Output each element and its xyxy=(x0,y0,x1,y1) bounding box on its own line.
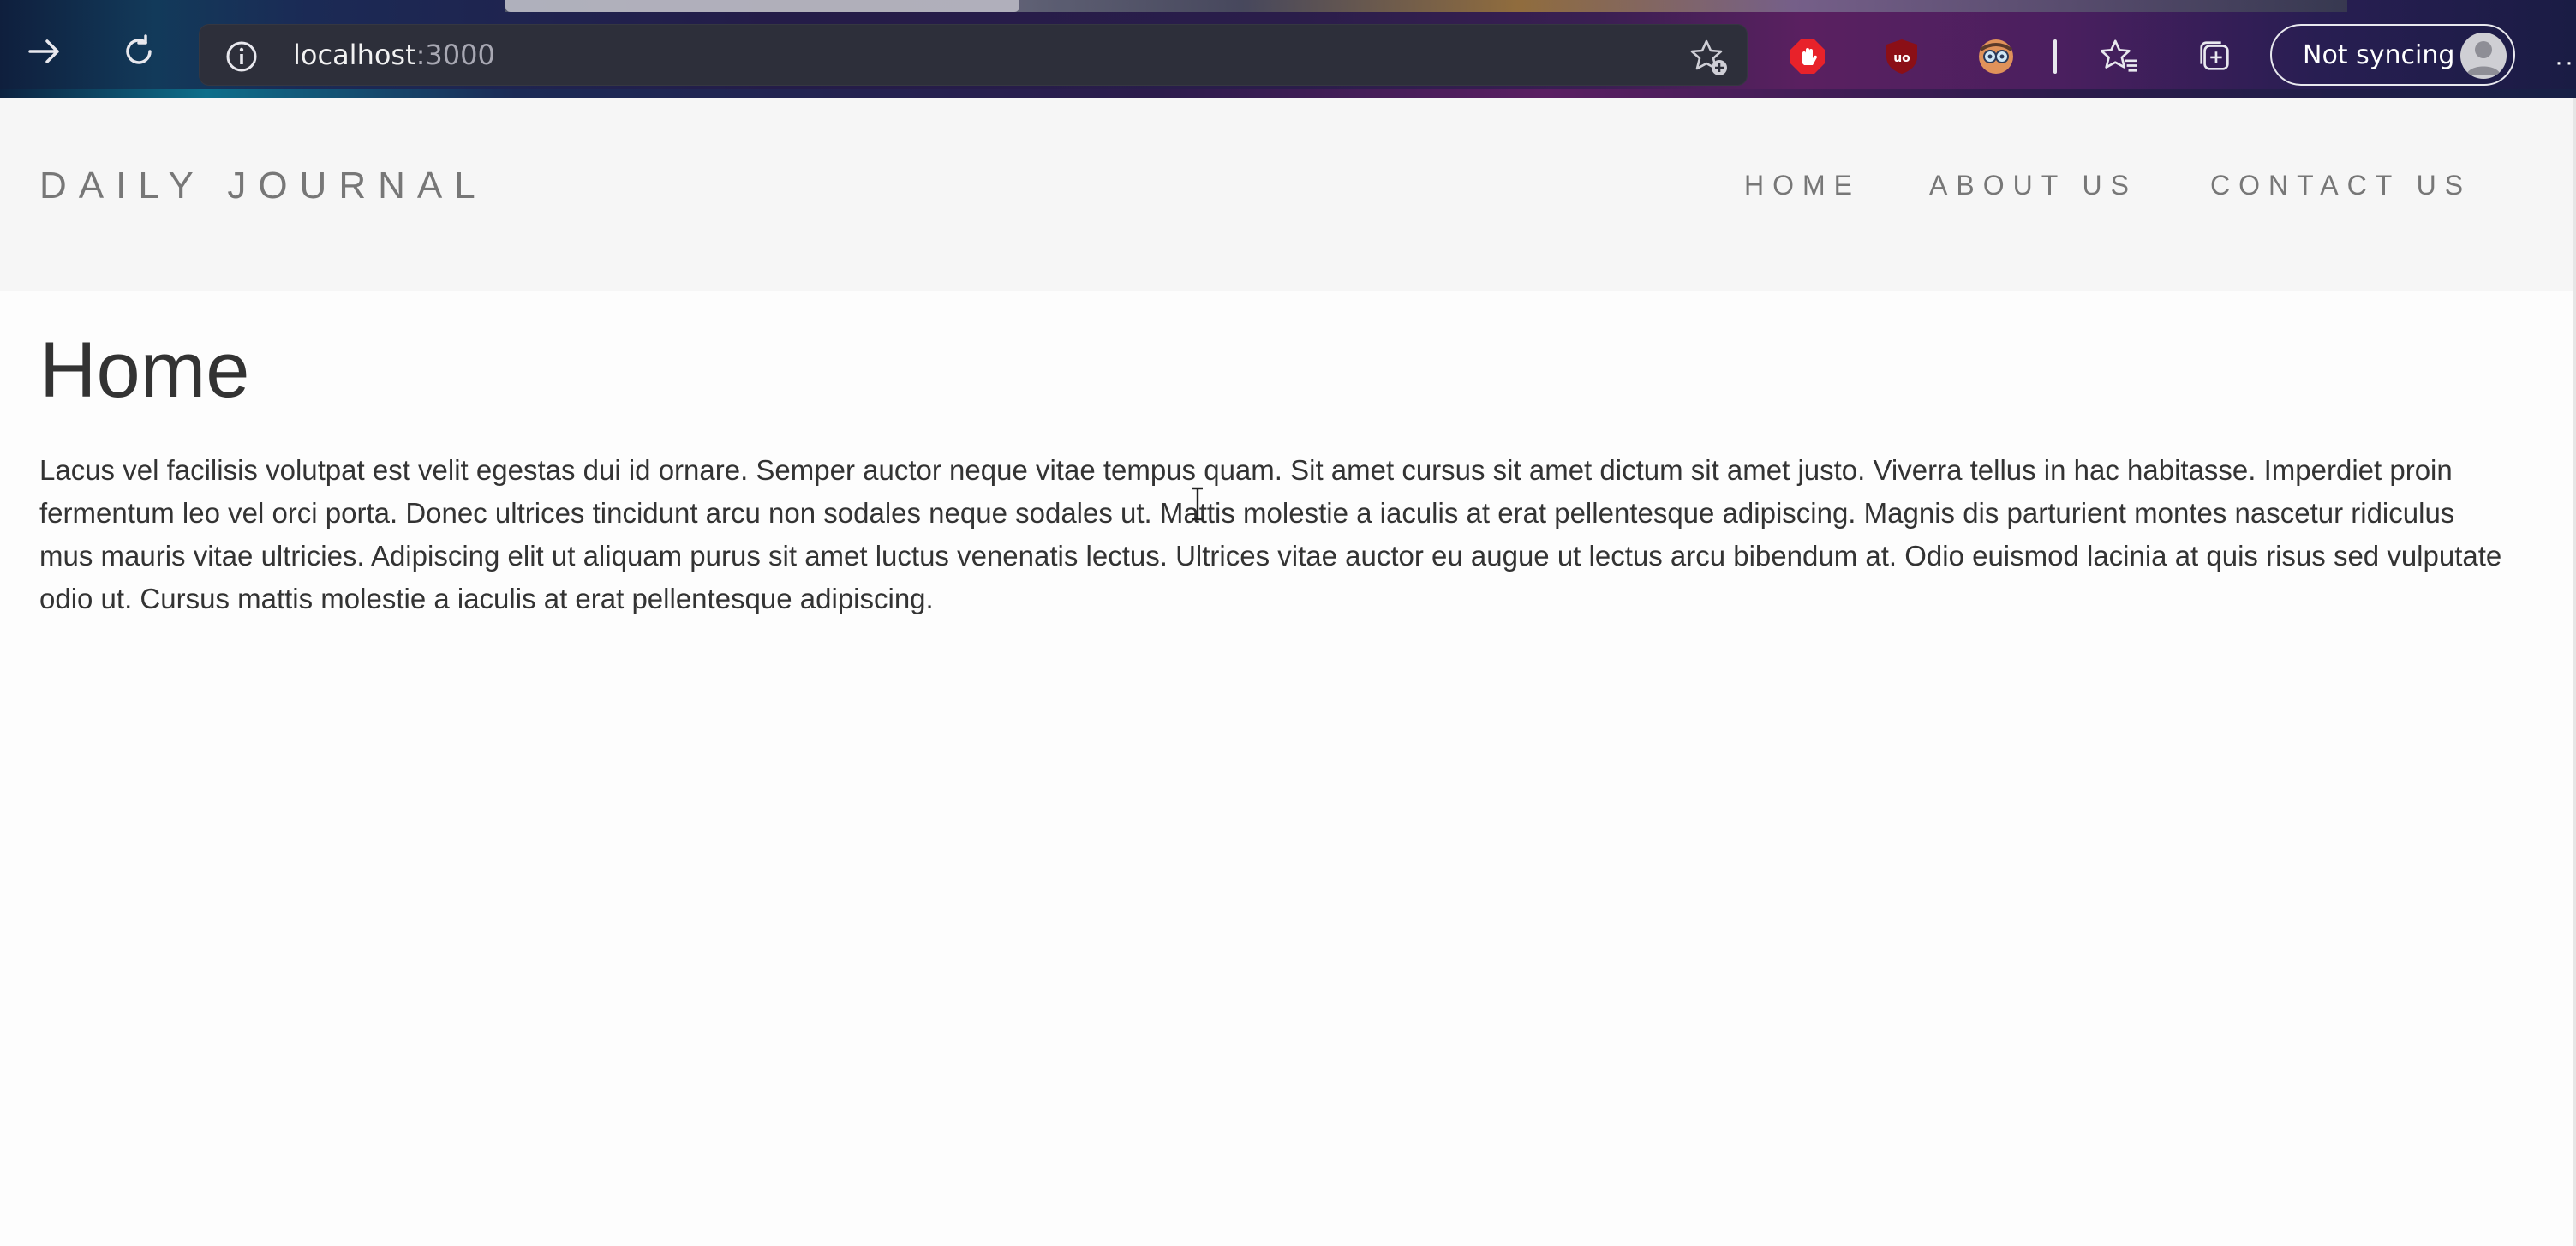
url-text[interactable]: localhost:3000 xyxy=(293,39,495,71)
svg-text:uo: uo xyxy=(1893,51,1910,65)
favorites-icon[interactable] xyxy=(2101,38,2138,75)
url-host: localhost xyxy=(293,39,416,71)
more-menu-icon[interactable]: ··· xyxy=(2555,48,2576,77)
nav-contact-us[interactable]: CONTACT US xyxy=(2210,170,2471,201)
forward-arrow-icon[interactable] xyxy=(21,27,69,75)
toolbar-accent xyxy=(0,89,2576,98)
page-body-text: Lacus vel facilisis volutpat est velit e… xyxy=(39,454,2502,614)
active-tab[interactable] xyxy=(505,0,1019,12)
address-bar[interactable]: localhost:3000 xyxy=(199,24,1748,86)
refresh-icon[interactable] xyxy=(115,27,163,75)
profile-avatar-icon xyxy=(2460,33,2507,79)
adblock-extension-icon[interactable] xyxy=(1789,38,1826,75)
collections-icon[interactable] xyxy=(2196,38,2234,75)
page-title: Home xyxy=(39,326,250,414)
add-favorite-icon[interactable] xyxy=(1689,38,1727,75)
nav-about-us[interactable]: ABOUT US xyxy=(1929,170,2137,201)
nav-home[interactable]: HOME xyxy=(1744,170,1861,201)
toolbar-separator xyxy=(2053,39,2057,74)
url-port: :3000 xyxy=(415,39,495,71)
text-cursor-icon xyxy=(1189,487,1206,521)
sync-status-label: Not syncing xyxy=(2303,40,2455,70)
site-brand[interactable]: DAILY JOURNAL xyxy=(39,165,487,207)
browser-toolbar: localhost:3000 uo Not syncing ··· xyxy=(0,0,2576,98)
site-info-icon[interactable] xyxy=(226,41,257,72)
reader-extension-icon[interactable] xyxy=(1977,38,2015,75)
profile-sync-button[interactable]: Not syncing xyxy=(2270,24,2515,86)
ublock-origin-icon[interactable]: uo xyxy=(1883,38,1921,75)
tab-strip[interactable] xyxy=(505,0,2347,12)
site-header: DAILY JOURNAL HOME ABOUT US CONTACT US xyxy=(0,98,2576,291)
main-content: Home Lacus vel facilisis volutpat est ve… xyxy=(39,291,2507,620)
